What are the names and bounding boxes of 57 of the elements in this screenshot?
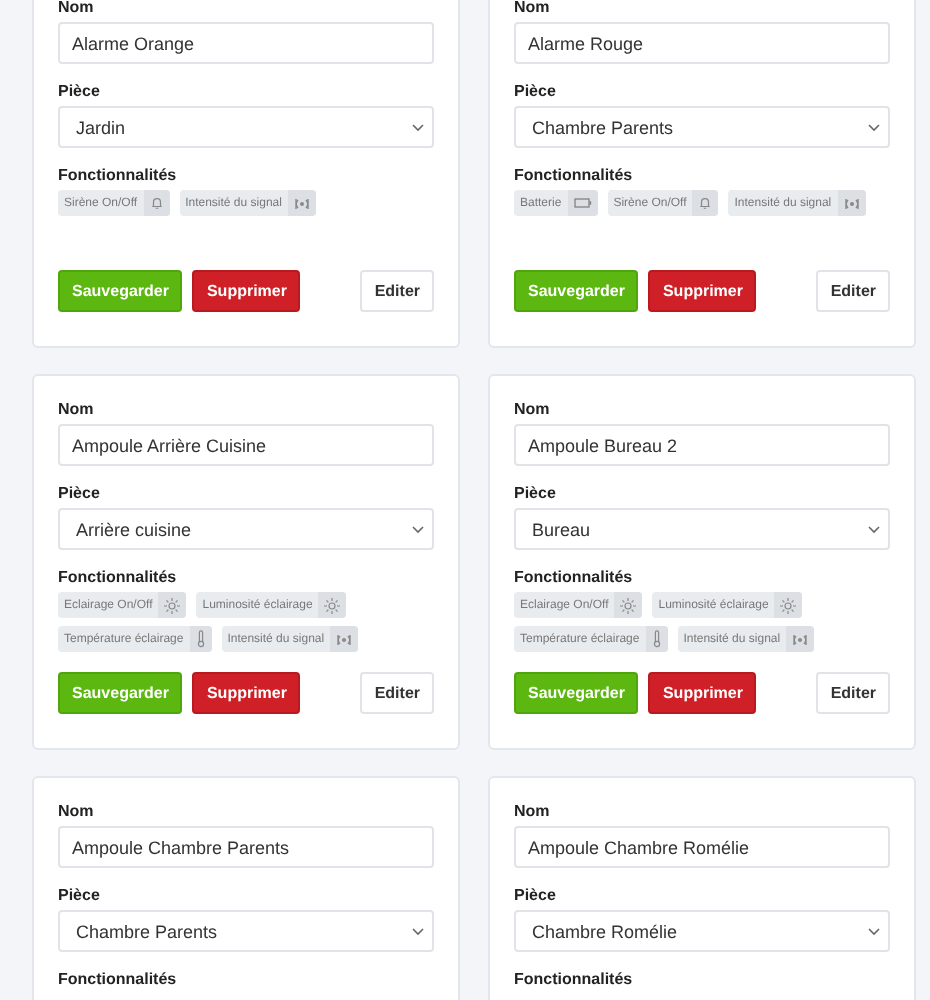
signal-icon xyxy=(336,633,353,645)
field-label: Pièce xyxy=(58,886,102,904)
edit-button[interactable]: Editer xyxy=(816,672,890,714)
field-label: Nom xyxy=(514,0,552,16)
edit-button[interactable]: Editer xyxy=(360,270,434,312)
delete-button[interactable]: Supprimer xyxy=(648,672,757,714)
thermometer-icon xyxy=(195,630,206,648)
room-select[interactable]: Jardin xyxy=(58,106,434,148)
signal-icon xyxy=(293,197,310,209)
chevron-icon xyxy=(868,123,880,131)
field-label: Pièce xyxy=(58,484,102,502)
chevron-icon xyxy=(868,525,880,533)
sun-icon xyxy=(164,597,181,613)
field-label: Nom xyxy=(58,0,96,16)
chevron-icon xyxy=(412,123,424,131)
field-label: Pièce xyxy=(514,886,558,904)
field-label: Fonctionnalités xyxy=(58,568,179,586)
edit-button[interactable]: Editer xyxy=(360,672,434,714)
name-field[interactable]: Alarme Rouge xyxy=(514,22,890,64)
field-label: Nom xyxy=(58,802,96,820)
field-label: Fonctionnalités xyxy=(514,166,635,184)
field-label: Nom xyxy=(58,400,96,418)
name-field[interactable]: Alarme Orange xyxy=(58,22,434,64)
delete-button[interactable]: Supprimer xyxy=(648,270,757,312)
room-select[interactable]: Arrière cuisine xyxy=(58,508,434,550)
thermometer-icon xyxy=(651,630,662,648)
field-label: Fonctionnalités xyxy=(58,970,179,988)
room-select[interactable]: Bureau xyxy=(514,508,890,550)
battery-icon xyxy=(573,198,592,208)
room-select[interactable]: Chambre Romélie xyxy=(514,910,890,952)
field-label: Pièce xyxy=(514,82,558,100)
delete-button[interactable]: Supprimer xyxy=(192,672,301,714)
name-field[interactable]: Ampoule Chambre Parents xyxy=(58,826,434,868)
edit-button[interactable]: Editer xyxy=(816,270,890,312)
field-label: Fonctionnalités xyxy=(514,970,635,988)
chevron-icon xyxy=(412,927,424,935)
field-label: Nom xyxy=(514,802,552,820)
sun-icon xyxy=(780,597,797,613)
field-label: Fonctionnalités xyxy=(514,568,635,586)
room-select[interactable]: Chambre Parents xyxy=(58,910,434,952)
field-label: Pièce xyxy=(514,484,558,502)
field-label: Pièce xyxy=(58,82,102,100)
bell-icon xyxy=(698,196,713,210)
delete-button[interactable]: Supprimer xyxy=(192,270,301,312)
chevron-icon xyxy=(868,927,880,935)
name-field[interactable]: Ampoule Arrière Cuisine xyxy=(58,424,434,466)
chevron-icon xyxy=(412,525,424,533)
name-field[interactable]: Ampoule Chambre Romélie xyxy=(514,826,890,868)
sun-icon xyxy=(324,597,341,613)
sun-icon xyxy=(620,597,637,613)
field-label: Nom xyxy=(514,400,552,418)
signal-icon xyxy=(792,633,809,645)
bell-icon xyxy=(149,196,164,210)
signal-icon xyxy=(843,197,860,209)
name-field[interactable]: Ampoule Bureau 2 xyxy=(514,424,890,466)
field-label: Fonctionnalités xyxy=(58,166,179,184)
room-select[interactable]: Chambre Parents xyxy=(514,106,890,148)
